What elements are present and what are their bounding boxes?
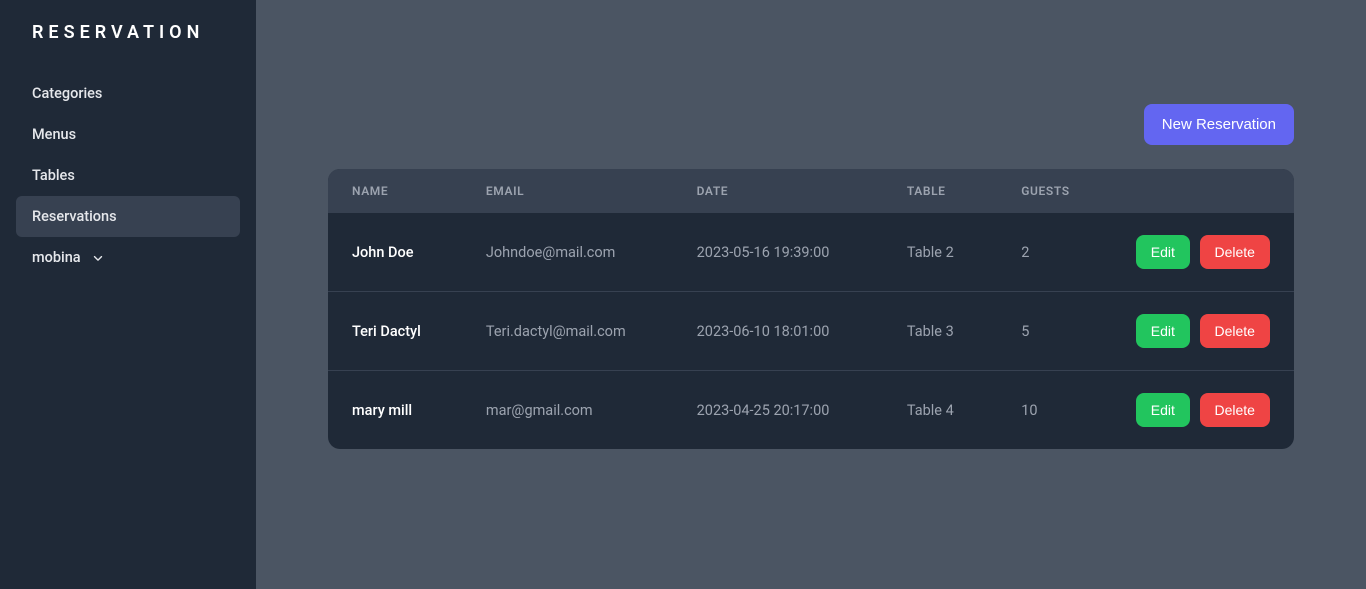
cell-table: Table 3: [883, 292, 997, 371]
sidebar-item-menus[interactable]: Menus: [16, 114, 240, 155]
sidebar-item-categories[interactable]: Categories: [16, 73, 240, 114]
cell-date: 2023-04-25 20:17:00: [673, 371, 883, 450]
chevron-down-icon: [91, 251, 105, 265]
cell-table: Table 2: [883, 213, 997, 292]
cell-actions: Edit Delete: [1112, 213, 1294, 292]
cell-email: Teri.dactyl@mail.com: [462, 292, 673, 371]
cell-name: mary mill: [328, 371, 462, 450]
cell-actions: Edit Delete: [1112, 371, 1294, 450]
sidebar-item-tables[interactable]: Tables: [16, 155, 240, 196]
edit-button[interactable]: Edit: [1136, 314, 1190, 348]
cell-name: Teri Dactyl: [328, 292, 462, 371]
sidebar: RESERVATION Categories Menus Tables Rese…: [0, 0, 256, 589]
table-row: Teri Dactyl Teri.dactyl@mail.com 2023-06…: [328, 292, 1294, 371]
column-header-guests: GUESTS: [997, 169, 1112, 213]
column-header-email: EMAIL: [462, 169, 673, 213]
cell-email: Johndoe@mail.com: [462, 213, 673, 292]
new-reservation-button[interactable]: New Reservation: [1144, 104, 1294, 145]
sidebar-item-user[interactable]: mobina: [16, 237, 240, 278]
sidebar-nav: Categories Menus Tables Reservations mob…: [0, 61, 256, 290]
column-header-name: NAME: [328, 169, 462, 213]
cell-date: 2023-06-10 18:01:00: [673, 292, 883, 371]
user-label: mobina: [32, 249, 81, 266]
column-header-date: DATE: [673, 169, 883, 213]
cell-date: 2023-05-16 19:39:00: [673, 213, 883, 292]
edit-button[interactable]: Edit: [1136, 393, 1190, 427]
cell-guests: 5: [997, 292, 1112, 371]
delete-button[interactable]: Delete: [1200, 235, 1270, 269]
column-header-table: TABLE: [883, 169, 997, 213]
cell-name: John Doe: [328, 213, 462, 292]
reservations-table: NAME EMAIL DATE TABLE GUESTS John Doe Jo…: [328, 169, 1294, 449]
top-bar: New Reservation: [328, 0, 1294, 169]
cell-guests: 10: [997, 371, 1112, 450]
table-header-row: NAME EMAIL DATE TABLE GUESTS: [328, 169, 1294, 213]
table-row: John Doe Johndoe@mail.com 2023-05-16 19:…: [328, 213, 1294, 292]
column-header-actions: [1112, 169, 1294, 213]
table-row: mary mill mar@gmail.com 2023-04-25 20:17…: [328, 371, 1294, 450]
cell-email: mar@gmail.com: [462, 371, 673, 450]
delete-button[interactable]: Delete: [1200, 393, 1270, 427]
sidebar-item-reservations[interactable]: Reservations: [16, 196, 240, 237]
cell-guests: 2: [997, 213, 1112, 292]
delete-button[interactable]: Delete: [1200, 314, 1270, 348]
cell-table: Table 4: [883, 371, 997, 450]
app-title: RESERVATION: [0, 0, 256, 61]
edit-button[interactable]: Edit: [1136, 235, 1190, 269]
cell-actions: Edit Delete: [1112, 292, 1294, 371]
main-content: New Reservation NAME EMAIL DATE TABLE GU…: [256, 0, 1366, 589]
